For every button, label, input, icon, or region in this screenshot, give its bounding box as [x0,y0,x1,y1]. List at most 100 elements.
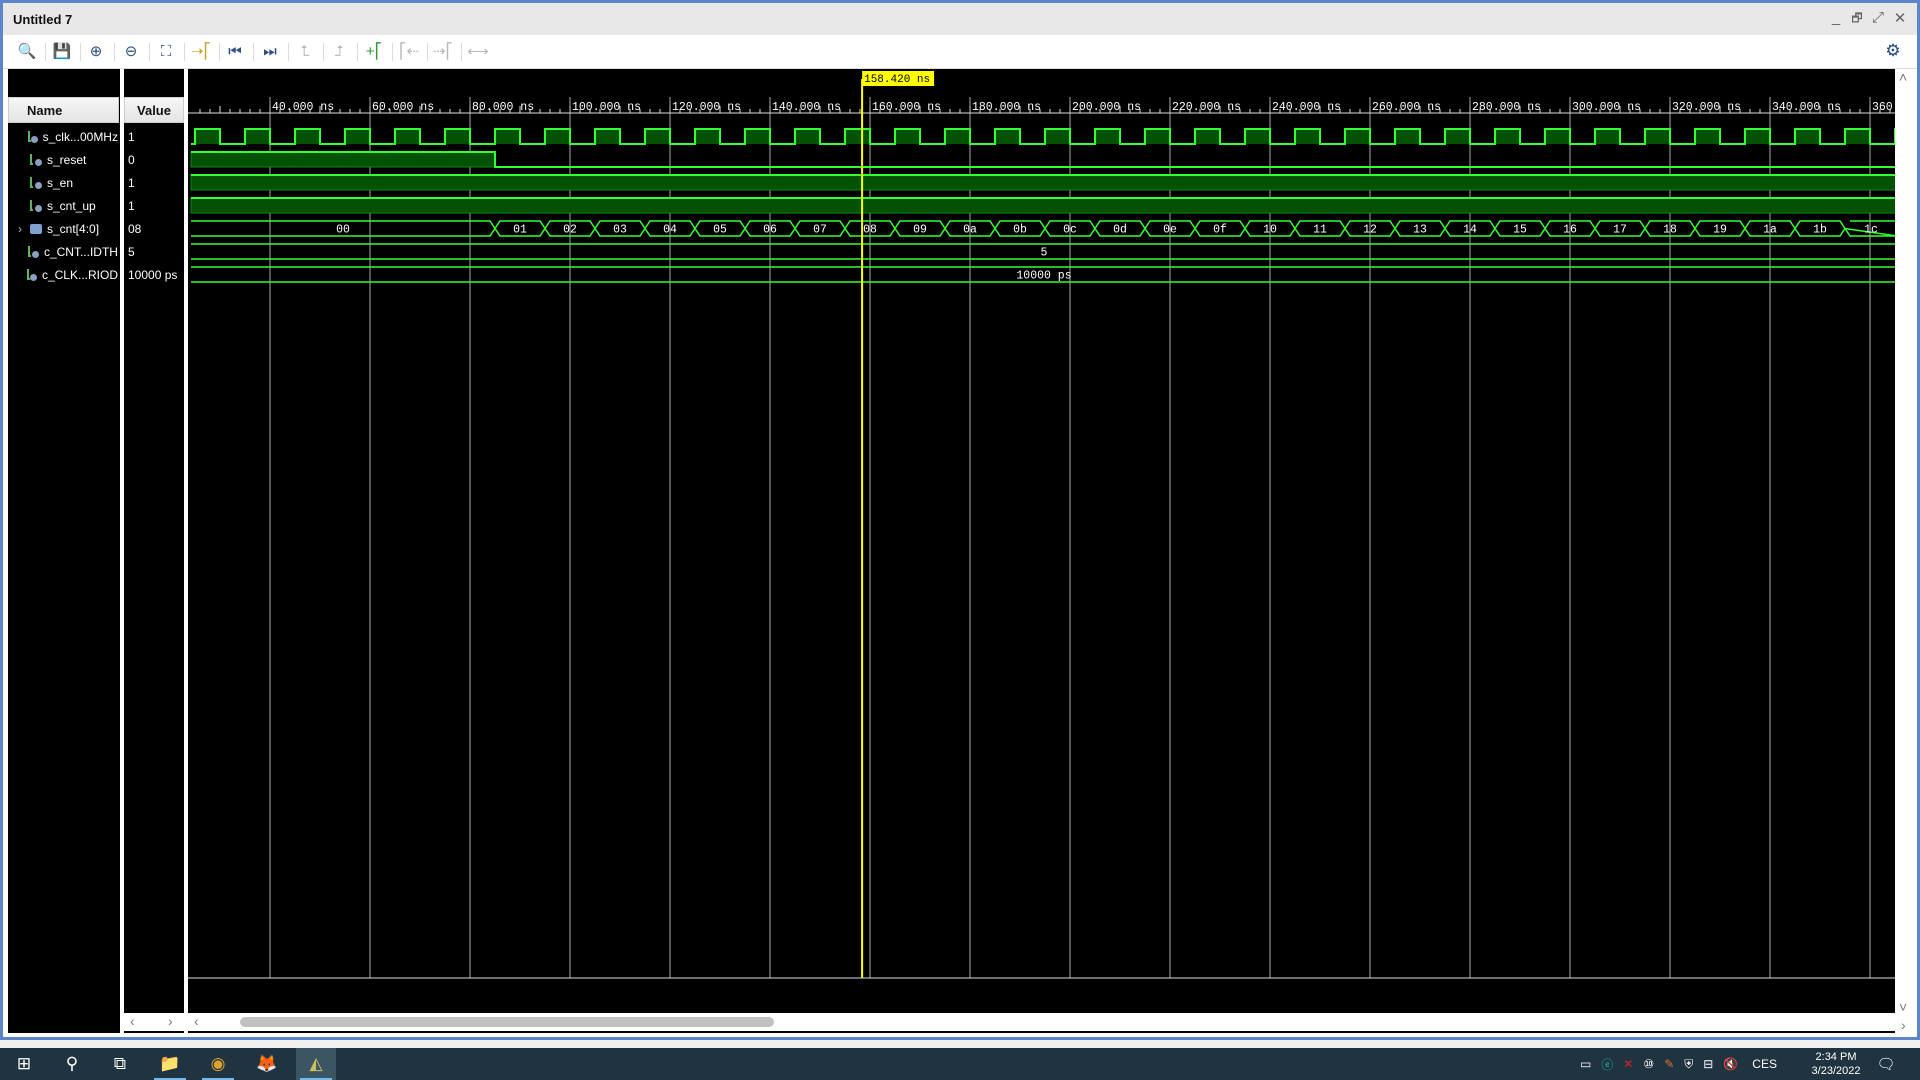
wave-hscroll-thumb[interactable] [240,1017,774,1027]
signal-name: s_cnt_up [47,199,96,213]
clock-high-fill [1645,129,1670,144]
chrome-icon[interactable]: ◉ [198,1048,238,1080]
signal-name-row[interactable]: c_CLK...RIOD [18,264,118,286]
bit-signal-icon [30,177,42,189]
go-to-time-0-icon[interactable]: ⏮ [223,40,247,62]
signal-name-row[interactable]: › s_cnt[4:0] [18,218,118,240]
ruler-label: 40.000 ns [272,101,334,114]
close-button[interactable]: ✕ [1891,9,1909,27]
bus-value-label: 14 [1463,224,1477,237]
restore-button[interactable]: 🗗 [1848,9,1866,30]
signal-name-row[interactable]: s_en [18,172,118,194]
bus-value-label: 0b [1013,224,1027,237]
xilinx-icon[interactable]: ✕ [1623,1057,1633,1071]
search-icon[interactable]: 🔍 [15,40,39,62]
signal-name-row[interactable]: s_reset [18,149,118,171]
scroll-left-arrow-icon[interactable]: ‹ [130,1013,135,1029]
scroll-down-arrow-icon[interactable]: ˅ [1899,999,1907,1015]
network-icon[interactable]: ⊟ [1703,1057,1713,1071]
clock-high-fill [345,129,370,144]
bus-value-label: 11 [1313,224,1327,237]
swap-cursors-icon[interactable]: ⟷ [466,40,490,62]
zoom-fit-icon[interactable]: ⛶ [154,40,178,62]
notification-center-icon[interactable]: 🗨 [1866,1048,1906,1080]
title-bar: Untitled 7 _ 🗗 ⤢ ✕ [3,3,1917,35]
start-icon[interactable]: ⊞ [4,1048,44,1080]
file-explorer-icon[interactable]: 📁 [150,1048,190,1080]
bit-signal-icon [27,131,38,143]
clock-high-fill [695,129,720,144]
scroll-right-arrow-icon[interactable]: › [168,1013,173,1029]
next-transition-icon[interactable]: ⮥ [327,40,351,62]
signal-name-row[interactable]: s_clk...00MHz [18,126,118,148]
volume-muted-icon[interactable]: 🔇 [1723,1057,1738,1071]
defender-warning-icon[interactable]: ⛨ [1684,1057,1693,1072]
reset-high-fill [190,151,496,168]
settings-gear-icon[interactable]: ⚙ [1881,40,1905,62]
ruler-label: 120.000 ns [672,101,741,114]
bit-signal-icon [30,154,42,166]
clock[interactable]: 2:34 PM 3/23/2022 [1806,1050,1866,1078]
bus-signal-icon [30,224,42,234]
clock-high-fill [395,129,420,144]
clock-high-fill [1695,129,1720,144]
search-icon[interactable]: ⚲ [52,1048,92,1080]
toolbar-separator [45,43,46,61]
iobit-icon[interactable]: ⑩ [1643,1057,1654,1071]
minimize-button[interactable]: _ [1827,9,1845,26]
toolbar-separator [288,43,289,61]
scroll-up-arrow-icon[interactable]: ˄ [1899,69,1907,85]
ruler-label: 220.000 ns [1172,101,1241,114]
scroll-right-arrow-icon[interactable]: › [1901,1017,1906,1033]
previous-marker-icon[interactable]: ⎡⇠ [397,40,421,62]
zoom-out-icon[interactable]: ⊖ [119,40,143,62]
name-column-header[interactable]: Name [8,97,119,123]
ruler-label: 140.000 ns [772,101,841,114]
maximize-button[interactable]: ⤢ [1869,9,1887,26]
firefox-icon[interactable]: 🦊 [247,1048,287,1080]
signal-value: 0 [128,153,135,167]
waveform-canvas[interactable]: 40.000 ns 60.000 ns 80.000 ns 100.000 ns 120… [188,69,1900,1033]
expand-chevron-icon[interactable]: › [18,222,30,236]
scroll-left-arrow-icon[interactable]: ‹ [194,1013,199,1029]
go-to-last-time-icon[interactable]: ⏭ [258,40,282,62]
eset-icon[interactable]: ⓔ [1601,1056,1613,1073]
ruler-label: 160.000 ns [872,101,941,114]
value-hscrollbar[interactable]: ‹ › [124,1013,184,1031]
toolbar-separator [323,43,324,61]
add-marker-icon[interactable]: +⎡ [362,40,386,62]
signal-name-row[interactable]: c_CNT...IDTH [18,241,118,263]
clock-high-fill [1595,129,1620,144]
clock-high-fill [1095,129,1120,144]
signal-name: c_CNT...IDTH [43,245,118,259]
save-icon[interactable]: 💾 [50,40,74,62]
clock-high-fill [795,129,820,144]
bus-value-label: 0f [1213,224,1227,237]
signal-name: c_CLK...RIOD [41,268,118,282]
bus-value-label: 0a [963,224,977,237]
wave-hscrollbar[interactable]: ‹ [188,1013,1900,1031]
clock-high-fill [1795,129,1820,144]
wave-vscrollbar[interactable]: ˄ ˅ › [1895,69,1917,1033]
toolbar: ⚙ 🔍 💾 ⊕ ⊖ ⛶ ➝⎡ ⏮ ⏭ ⮤ ⮥ +⎡ ⎡⇠ ⇢⎡ ⟷ [3,35,1917,69]
meet-now-icon[interactable]: ▭ [1580,1057,1591,1071]
toolbar-separator [184,43,185,61]
clock-high-fill [1445,129,1470,144]
language-indicator[interactable]: CES [1752,1057,1777,1071]
clock-high-fill [845,129,870,144]
signal-name-row[interactable]: s_cnt_up [18,195,118,217]
zoom-in-icon[interactable]: ⊕ [84,40,108,62]
go-to-cursor-icon[interactable]: ➝⎡ [189,40,213,62]
clock-high-fill [1745,129,1770,144]
value-column-header[interactable]: Value [124,97,184,123]
signal-value: 5 [128,245,135,259]
clock-high-fill [1845,129,1870,144]
previous-transition-icon[interactable]: ⮤ [293,40,317,62]
next-marker-icon[interactable]: ⇢⎡ [431,40,455,62]
bus-value-label: 04 [663,224,677,237]
bus-value-label: 02 [563,224,577,237]
vivado-icon[interactable]: ◭ [296,1048,336,1080]
bus-value-label: 09 [913,224,927,237]
ccleaner-icon[interactable]: ✎ [1664,1057,1674,1071]
task-view-icon[interactable]: ⧉ [100,1048,140,1080]
